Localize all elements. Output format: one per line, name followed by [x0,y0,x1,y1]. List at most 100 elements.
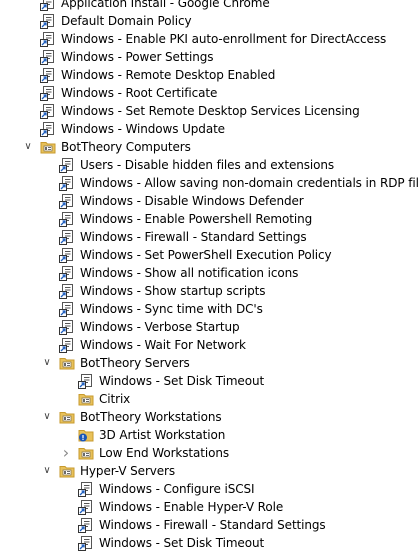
gpo-link-icon [78,517,94,533]
tree-item-label: Windows - Configure iSCSI [99,482,255,496]
tree-item-label: Hyper-V Servers [80,464,176,478]
gpo-link-icon [59,301,75,317]
gpo-link-item[interactable]: Windows - Set Disk Timeout [0,534,418,552]
gpo-link-item[interactable]: Windows - Show startup scripts [0,282,418,300]
ou-item[interactable]: ∨ BotTheory Workstations [0,408,418,426]
chevron-down-icon[interactable]: ∨ [41,462,53,480]
gpmc-tree-pane: { "tree": { "rows": [ {"label": "Applica… [0,0,418,552]
gpo-link-icon [40,67,56,83]
organizational-unit-folder-icon [40,139,56,155]
gpo-link-icon [59,193,75,209]
organizational-unit-folder-icon [78,391,94,407]
gpo-link-icon [78,373,94,389]
gpo-link-item[interactable]: Windows - Show all notification icons [0,264,418,282]
gpo-link-icon [59,283,75,299]
tree-item-label: Windows - Remote Desktop Enabled [61,68,276,82]
chevron-right-icon[interactable]: › [60,444,72,462]
gpo-link-item[interactable]: Windows - Allow saving non-domain creden… [0,174,418,192]
gpo-link-icon [59,211,75,227]
ou-item[interactable]: Citrix [0,390,418,408]
gpo-link-item[interactable]: Users - Disable hidden files and extensi… [0,156,418,174]
tree-item-label: Users - Disable hidden files and extensi… [80,158,335,172]
gpo-link-item[interactable]: Windows - Set Disk Timeout [0,372,418,390]
gpo-link-icon [59,265,75,281]
gpo-link-icon [78,535,94,551]
tree-item-label: Citrix [99,392,131,406]
chevron-down-icon[interactable]: ∨ [41,408,53,426]
gpo-link-icon [59,229,75,245]
gpo-link-item[interactable]: Windows - Windows Update [0,120,418,138]
organizational-unit-folder-icon [59,463,75,479]
tree-item-label: Windows - Show startup scripts [80,284,266,298]
gpo-link-icon [59,157,75,173]
tree-item-label: BotTheory Servers [80,356,190,370]
gpo-link-item[interactable]: Windows - Verbose Startup [0,318,418,336]
organizational-unit-folder-icon [78,445,94,461]
gpo-link-item[interactable]: Windows - Power Settings [0,48,418,66]
gpo-link-item[interactable]: Windows - Firewall - Standard Settings [0,228,418,246]
gpo-link-icon [40,13,56,29]
tree-item-label: Windows - Firewall - Standard Settings [80,230,307,244]
gpo-link-icon [40,31,56,47]
gpo-link-item[interactable]: Application Install - Google Chrome [0,0,418,12]
tree-item-label: Windows - Show all notification icons [80,266,299,280]
gpo-link-icon [78,499,94,515]
blocked-inheritance-ou-icon [78,427,94,443]
gpo-link-icon [59,337,75,353]
gpo-link-icon [78,481,94,497]
tree-item-label: BotTheory Computers [61,140,191,154]
chevron-down-icon[interactable]: ∨ [22,138,34,156]
gpo-link-item[interactable]: Windows - Enable Powershell Remoting [0,210,418,228]
tree-item-label: Windows - Windows Update [61,122,225,136]
tree-item-label: Windows - Enable Powershell Remoting [80,212,313,226]
tree-item-label: Windows - Disable Windows Defender [80,194,304,208]
gpo-link-item[interactable]: Windows - Sync time with DC's [0,300,418,318]
gpo-link-icon [40,103,56,119]
tree-item-label: Default Domain Policy [61,14,192,28]
gpo-link-item[interactable]: Windows - Enable PKI auto-enrollment for… [0,30,418,48]
gpo-link-item[interactable]: Windows - Disable Windows Defender [0,192,418,210]
gpo-tree: Application Install - Google Chrome Defau… [0,0,418,552]
ou-item[interactable]: ∨ BotTheory Servers [0,354,418,372]
tree-item-label: Application Install - Google Chrome [61,0,270,10]
tree-item-label: Windows - Allow saving non-domain creden… [80,176,418,190]
tree-item-label: Windows - Set PowerShell Execution Polic… [80,248,332,262]
tree-item-label: 3D Artist Workstation [99,428,226,442]
gpo-link-icon [40,121,56,137]
gpo-link-item[interactable]: Windows - Enable Hyper-V Role [0,498,418,516]
tree-item-label: Low End Workstations [99,446,230,460]
tree-item-label: Windows - Verbose Startup [80,320,240,334]
gpo-link-item[interactable]: Windows - Root Certificate [0,84,418,102]
gpo-link-item[interactable]: Default Domain Policy [0,12,418,30]
tree-item-label: BotTheory Workstations [80,410,222,424]
ou-item[interactable]: ∨ Hyper-V Servers [0,462,418,480]
tree-item-label: Windows - Root Certificate [61,86,218,100]
tree-item-label: Windows - Enable PKI auto-enrollment for… [61,32,387,46]
tree-item-label: Windows - Firewall - Standard Settings [99,518,326,532]
tree-item-label: Windows - Enable Hyper-V Role [99,500,284,514]
ou-item[interactable]: 3D Artist Workstation [0,426,418,444]
chevron-down-icon[interactable]: ∨ [41,354,53,372]
gpo-link-item[interactable]: Windows - Configure iSCSI [0,480,418,498]
gpo-link-item[interactable]: Windows - Set Remote Desktop Services Li… [0,102,418,120]
tree-item-label: Windows - Set Remote Desktop Services Li… [61,104,360,118]
gpo-link-item[interactable]: Windows - Wait For Network [0,336,418,354]
tree-item-label: Windows - Set Disk Timeout [99,374,265,388]
gpo-link-icon [40,49,56,65]
gpo-link-icon [59,319,75,335]
tree-item-label: Windows - Power Settings [61,50,214,64]
organizational-unit-folder-icon [59,409,75,425]
gpo-link-item[interactable]: Windows - Set PowerShell Execution Polic… [0,246,418,264]
gpo-link-icon [40,0,56,11]
tree-item-label: Windows - Wait For Network [80,338,246,352]
gpo-link-item[interactable]: Windows - Remote Desktop Enabled [0,66,418,84]
gpo-link-icon [40,85,56,101]
ou-item[interactable]: ∨ BotTheory Computers [0,138,418,156]
gpo-link-icon [59,247,75,263]
gpo-link-icon [59,175,75,191]
ou-item[interactable]: › Low End Workstations [0,444,418,462]
gpo-link-item[interactable]: Windows - Firewall - Standard Settings [0,516,418,534]
tree-item-label: Windows - Sync time with DC's [80,302,263,316]
tree-item-label: Windows - Set Disk Timeout [99,536,265,550]
organizational-unit-folder-icon [59,355,75,371]
